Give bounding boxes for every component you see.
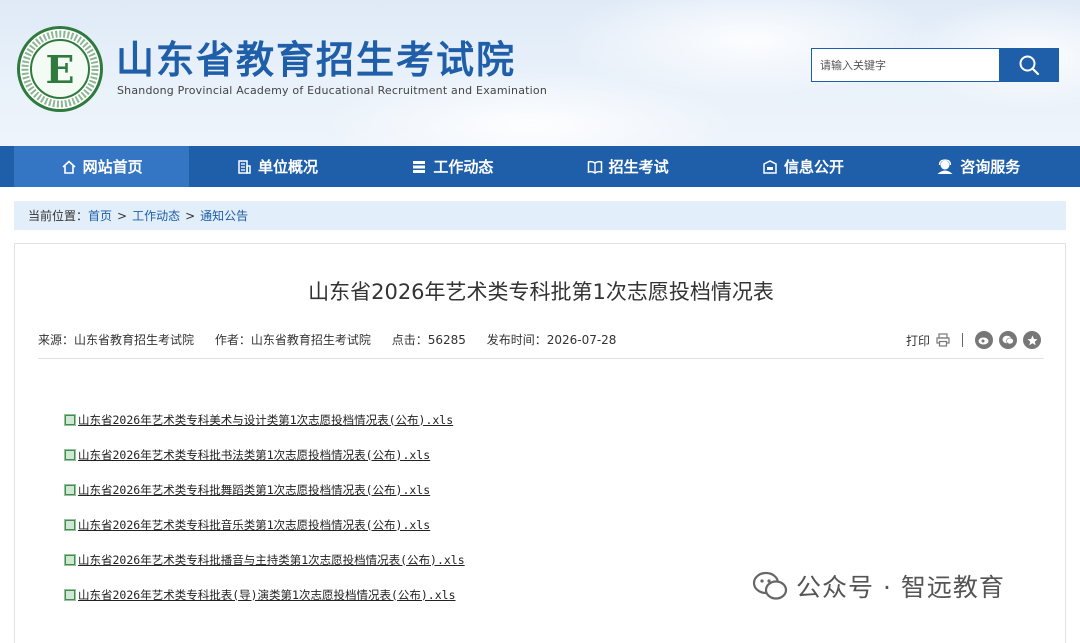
site-title: 山东省教育招生考试院 <box>116 38 517 82</box>
logo-inner-ring: E <box>30 39 90 99</box>
star-icon <box>1027 335 1037 345</box>
excel-file-icon <box>64 448 76 461</box>
search-icon <box>1019 55 1040 76</box>
info-box-icon <box>763 159 777 174</box>
nav-item-disclosure[interactable]: 信息公开 <box>715 146 890 187</box>
nav-item-label: 网站首页 <box>82 158 143 176</box>
article-tools: 打印 <box>906 331 1041 349</box>
attachment-link[interactable]: 山东省2026年艺术类专科批播音与主持类第1次志愿投档情况表(公布).xls <box>78 552 465 568</box>
wechat-logo-icon <box>752 571 788 600</box>
favorite-button[interactable] <box>1023 331 1041 349</box>
nav-item-overview[interactable]: 单位概况 <box>189 146 364 187</box>
breadcrumb-separator: > <box>185 208 196 223</box>
attachment-link[interactable]: 山东省2026年艺术类专科批舞蹈类第1次志愿投档情况表(公布).xls <box>78 482 430 498</box>
article-title: 山东省2026年艺术类专科批第1次志愿投档情况表 <box>308 280 774 304</box>
share-weibo-button[interactable] <box>975 331 993 349</box>
main-nav: 网站首页 单位概况 工作动态 招生考试 信息公开 咨询服务 <box>0 146 1080 187</box>
search-box <box>811 48 1059 82</box>
attachment-item[interactable]: 山东省2026年艺术类专科批舞蹈类第1次志愿投档情况表(公布).xls <box>64 472 465 507</box>
nav-item-label: 工作动态 <box>433 158 494 176</box>
attachment-link[interactable]: 山东省2026年艺术类专科批表(导)演类第1次志愿投档情况表(公布).xls <box>78 587 456 603</box>
nav-item-label: 信息公开 <box>783 158 844 176</box>
site-logo[interactable]: E <box>17 26 103 112</box>
excel-file-icon <box>64 518 76 531</box>
article-hits: 点击：56285 <box>391 333 466 347</box>
article-date: 发布时间：2026-07-28 <box>486 333 617 347</box>
attachment-list: 山东省2026年艺术类专科美术与设计类第1次志愿投档情况表(公布).xls 山东… <box>64 402 465 612</box>
wechat-icon <box>1002 335 1014 345</box>
excel-file-icon <box>64 553 76 566</box>
list-icon <box>413 160 426 173</box>
nav-item-home[interactable]: 网站首页 <box>14 146 190 187</box>
excel-file-icon <box>64 588 76 601</box>
home-icon <box>62 159 76 174</box>
nav-item-news[interactable]: 工作动态 <box>365 146 540 187</box>
tools-divider <box>962 333 963 347</box>
watermark-text: 公众号 · 智远教育 <box>796 573 1005 602</box>
book-icon <box>587 160 602 174</box>
article-author: 作者：山东省教育招生考试院 <box>214 333 371 347</box>
logo-letter: E <box>45 47 75 92</box>
nav-item-label: 招生考试 <box>608 158 669 176</box>
search-button[interactable] <box>999 48 1059 82</box>
site-subtitle: Shandong Provincial Academy of Education… <box>117 84 548 97</box>
breadcrumb-news[interactable]: 工作动态 <box>132 207 180 224</box>
nav-item-consulting[interactable]: 咨询服务 <box>891 146 1066 187</box>
wechat-watermark: 公众号 · 智远教育 <box>752 568 1005 604</box>
breadcrumb-label: 当前位置： <box>28 209 89 223</box>
breadcrumb-notices[interactable]: 通知公告 <box>200 207 248 224</box>
breadcrumb: 当前位置： 首页 > 工作动态 > 通知公告 <box>14 201 1066 230</box>
search-input[interactable] <box>811 48 999 82</box>
nav-item-exams[interactable]: 招生考试 <box>540 146 715 187</box>
excel-file-icon <box>64 413 76 426</box>
article-meta: 来源：山东省教育招生考试院 作者：山东省教育招生考试院 点击：56285 发布时… <box>38 331 633 348</box>
site-header: E 山东省教育招生考试院 Shandong Provincial Academy… <box>0 0 1080 146</box>
nav-item-label: 单位概况 <box>257 158 318 176</box>
attachment-item[interactable]: 山东省2026年艺术类专科美术与设计类第1次志愿投档情况表(公布).xls <box>64 402 465 437</box>
article-source: 来源：山东省教育招生考试院 <box>38 333 195 347</box>
breadcrumb-separator: > <box>117 208 128 223</box>
building-icon <box>238 159 251 174</box>
nav-item-label: 咨询服务 <box>960 158 1021 176</box>
excel-file-icon <box>64 483 76 496</box>
breadcrumb-home[interactable]: 首页 <box>88 207 112 224</box>
attachment-link[interactable]: 山东省2026年艺术类专科美术与设计类第1次志愿投档情况表(公布).xls <box>78 412 453 428</box>
weibo-icon <box>978 337 989 345</box>
attachment-item[interactable]: 山东省2026年艺术类专科批书法类第1次志愿投档情况表(公布).xls <box>64 437 465 472</box>
attachment-item[interactable]: 山东省2026年艺术类专科批表(导)演类第1次志愿投档情况表(公布).xls <box>64 577 465 612</box>
attachment-link[interactable]: 山东省2026年艺术类专科批书法类第1次志愿投档情况表(公布).xls <box>78 447 430 463</box>
printer-icon[interactable] <box>936 333 950 347</box>
print-label[interactable]: 打印 <box>906 332 930 349</box>
attachment-item[interactable]: 山东省2026年艺术类专科批音乐类第1次志愿投档情况表(公布).xls <box>64 507 465 542</box>
share-wechat-button[interactable] <box>999 331 1017 349</box>
attachment-item[interactable]: 山东省2026年艺术类专科批播音与主持类第1次志愿投档情况表(公布).xls <box>64 542 465 577</box>
meta-divider <box>38 358 1044 359</box>
attachment-link[interactable]: 山东省2026年艺术类专科批音乐类第1次志愿投档情况表(公布).xls <box>78 517 430 533</box>
support-icon <box>937 158 953 174</box>
